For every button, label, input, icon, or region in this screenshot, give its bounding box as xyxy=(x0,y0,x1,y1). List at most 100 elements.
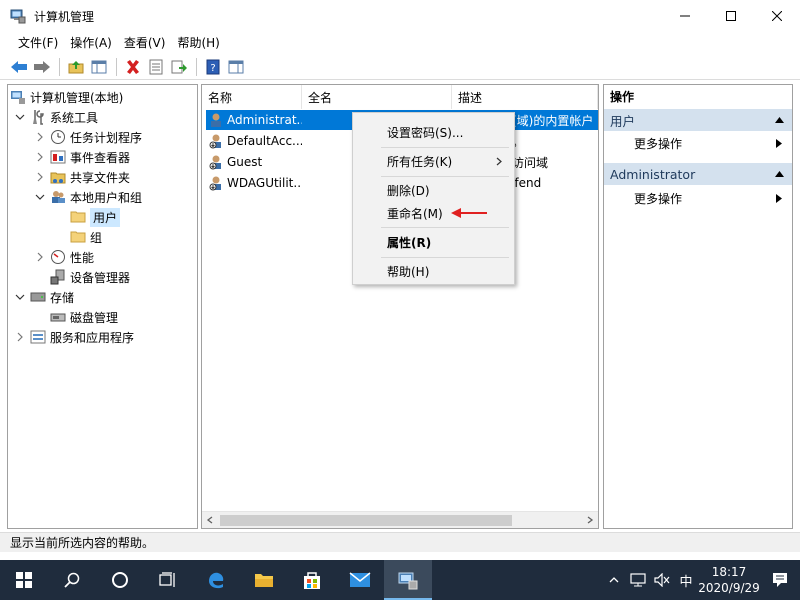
taskbar-clock[interactable]: 18:17 2020/9/29 xyxy=(698,564,760,596)
taskbar-computer-management-button[interactable] xyxy=(384,560,432,600)
chevron-down-icon[interactable] xyxy=(15,292,25,302)
tree-item-root[interactable]: 计算机管理(本地) xyxy=(10,87,123,107)
tree-item-users[interactable]: 用户 xyxy=(70,207,121,227)
delete-toolbar-button[interactable] xyxy=(122,56,144,78)
chevron-right-icon[interactable] xyxy=(35,172,45,182)
task-view-button[interactable] xyxy=(144,560,192,600)
forward-button[interactable] xyxy=(31,56,53,78)
action-section-users[interactable]: 用户 xyxy=(604,109,792,131)
tree-item-local-users-groups[interactable]: 本地用户和组 xyxy=(34,187,142,207)
tree-label: 组 xyxy=(90,230,103,245)
tree-item-storage[interactable]: 存储 xyxy=(14,287,74,307)
tray-overflow-button[interactable] xyxy=(602,560,626,600)
start-button[interactable] xyxy=(0,560,48,600)
submenu-arrow-icon xyxy=(776,139,782,148)
maximize-icon xyxy=(726,11,736,21)
window-title: 计算机管理 xyxy=(34,9,95,24)
collapse-up-icon[interactable] xyxy=(775,117,784,123)
chevron-right-icon[interactable] xyxy=(35,152,45,162)
folder-icon xyxy=(70,231,86,243)
console-tree-icon xyxy=(91,60,107,73)
tray-volume-button[interactable] xyxy=(650,560,674,600)
chevron-right-icon[interactable] xyxy=(35,252,45,262)
action-more-actions-users[interactable]: 更多操作 xyxy=(634,133,790,153)
windows-logo-icon xyxy=(16,572,32,588)
chevron-right-icon[interactable] xyxy=(35,132,45,142)
toolbar-separator xyxy=(196,57,197,76)
taskbar-explorer-button[interactable] xyxy=(240,560,288,600)
menu-action[interactable]: 操作(A) xyxy=(64,34,118,51)
horizontal-scrollbar[interactable] xyxy=(202,511,598,528)
user-name: DefaultAcc... xyxy=(227,134,302,148)
show-action-pane-button[interactable] xyxy=(225,56,247,78)
scrollbar-thumb[interactable] xyxy=(220,515,512,526)
properties-toolbar-button[interactable] xyxy=(145,56,167,78)
menu-item-all-tasks[interactable]: 所有任务(K) xyxy=(353,150,514,172)
maximize-button[interactable] xyxy=(708,0,754,32)
taskbar-mail-button[interactable] xyxy=(336,560,384,600)
mail-icon xyxy=(349,572,371,587)
action-label: 更多操作 xyxy=(634,136,683,151)
help-toolbar-button[interactable]: ? xyxy=(202,56,224,78)
tree-item-groups[interactable]: 组 xyxy=(70,227,102,247)
action-more-actions-administrator[interactable]: 更多操作 xyxy=(634,188,790,208)
scroll-left-icon[interactable] xyxy=(206,516,214,524)
console-tree: 计算机管理(本地) 系统工具 任务计划程序 事件查看器 共享文件夹 本地用户和组… xyxy=(7,84,198,529)
search-button[interactable] xyxy=(48,560,96,600)
cortana-button[interactable] xyxy=(96,560,144,600)
action-center-button[interactable] xyxy=(760,560,800,600)
show-hide-tree-button[interactable] xyxy=(88,56,110,78)
menu-help[interactable]: 帮助(H) xyxy=(171,34,225,51)
menu-file[interactable]: 文件(F) xyxy=(12,34,64,51)
title-bar: 计算机管理 xyxy=(0,0,800,32)
file-explorer-icon xyxy=(255,574,273,587)
user-name: Guest xyxy=(227,155,263,169)
clock-icon xyxy=(51,130,65,144)
clock-time: 18:17 xyxy=(711,565,747,579)
column-header-description[interactable]: 描述 xyxy=(452,85,598,109)
tree-item-event-viewer[interactable]: 事件查看器 xyxy=(34,147,130,167)
computer-management-icon xyxy=(10,9,26,24)
column-header-name[interactable]: 名称 xyxy=(202,85,302,109)
menu-item-help[interactable]: 帮助(H) xyxy=(353,260,514,282)
tree-label: 事件查看器 xyxy=(70,150,131,165)
tree-label: 系统工具 xyxy=(50,110,99,125)
device-manager-icon xyxy=(50,269,65,285)
menu-view[interactable]: 查看(V) xyxy=(118,34,172,51)
tree-item-system-tools[interactable]: 系统工具 xyxy=(14,107,98,127)
export-list-button[interactable] xyxy=(168,56,190,78)
chevron-down-icon[interactable] xyxy=(15,112,25,122)
taskbar: 中 18:17 2020/9/29 xyxy=(0,560,800,600)
collapse-up-icon[interactable] xyxy=(775,171,784,177)
taskbar-store-button[interactable] xyxy=(288,560,336,600)
menu-item-set-password[interactable]: 设置密码(S)... xyxy=(353,121,514,143)
tray-network-button[interactable] xyxy=(626,560,650,600)
menu-item-properties[interactable]: 属性(R) xyxy=(353,231,514,253)
menu-item-label: 所有任务(K) xyxy=(387,154,453,169)
chevron-down-icon[interactable] xyxy=(35,192,45,202)
tree-item-shared-folders[interactable]: 共享文件夹 xyxy=(34,167,130,187)
menu-separator xyxy=(381,257,509,258)
minimize-button[interactable] xyxy=(662,0,708,32)
taskbar-edge-button[interactable] xyxy=(192,560,240,600)
tray-input-method-button[interactable]: 中 xyxy=(674,560,698,600)
user-name: WDAGUtilit... xyxy=(227,176,302,190)
close-button[interactable] xyxy=(754,0,800,32)
up-folder-button[interactable] xyxy=(65,56,87,78)
menu-item-rename[interactable]: 重命名(M) xyxy=(353,202,514,224)
status-bar: 显示当前所选内容的帮助。 xyxy=(0,532,800,552)
tree-item-task-scheduler[interactable]: 任务计划程序 xyxy=(34,127,142,147)
chevron-right-icon[interactable] xyxy=(15,332,25,342)
tree-item-device-manager[interactable]: 设备管理器 xyxy=(50,267,130,287)
computer-management-icon xyxy=(11,91,25,104)
menu-item-delete[interactable]: 删除(D) xyxy=(353,179,514,201)
minimize-icon xyxy=(680,15,690,17)
tree-item-services-apps[interactable]: 服务和应用程序 xyxy=(14,327,134,347)
back-button[interactable] xyxy=(8,56,30,78)
scroll-right-icon[interactable] xyxy=(586,516,594,524)
column-header-fullname[interactable]: 全名 xyxy=(302,85,452,109)
tree-item-disk-management[interactable]: 磁盘管理 xyxy=(50,307,118,327)
action-section-administrator[interactable]: Administrator xyxy=(604,163,792,185)
tree-item-performance[interactable]: 性能 xyxy=(34,247,94,267)
tree-label: 共享文件夹 xyxy=(70,170,131,185)
